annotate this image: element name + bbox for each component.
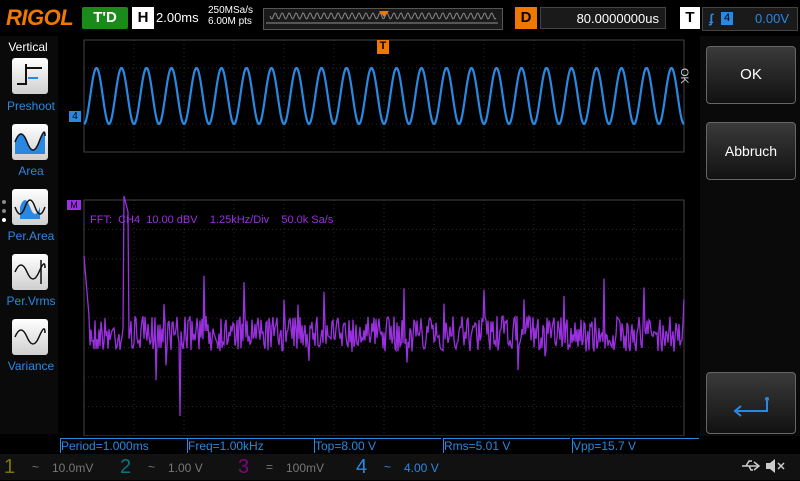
- measurement-rms[interactable]: Rms=5.01 V: [443, 438, 570, 453]
- menu-label-variance: Variance: [7, 359, 55, 373]
- channel-4-number: 4: [356, 456, 368, 478]
- channel-2-number: 2: [120, 456, 132, 478]
- measurement-top[interactable]: Top=8.00 V: [314, 438, 441, 453]
- channel-2-coupling: ~: [148, 460, 156, 474]
- trigger-info[interactable]: ʄ 4 0.00V: [702, 7, 798, 31]
- channel-3-number: 3: [238, 456, 250, 478]
- memory-depth: 6.00M pts: [208, 16, 252, 27]
- variance-icon: [14, 328, 46, 345]
- run-status-badge[interactable]: T'D: [82, 7, 128, 29]
- ch4-ground-marker[interactable]: 4: [69, 111, 81, 122]
- math-marker[interactable]: M: [67, 200, 81, 210]
- channel-1-coupling: ~: [32, 460, 40, 474]
- sample-rate: 250MSa/s: [208, 5, 254, 16]
- menu-label-area: Area: [18, 164, 44, 178]
- per-area-button[interactable]: [12, 189, 48, 225]
- delay-label: D: [515, 7, 537, 29]
- fft-grid: [84, 200, 684, 436]
- measurement-vpp[interactable]: Vpp=15.7 V: [572, 438, 699, 453]
- channel-1-number: 1: [4, 456, 16, 478]
- brand-logo: RIGOL: [6, 5, 74, 30]
- area-icon: [14, 131, 46, 154]
- menu-title: Vertical: [8, 40, 48, 54]
- measurement-period[interactable]: Period=1.000ms: [60, 438, 187, 453]
- trigger-level: 0.00V: [755, 11, 789, 26]
- area-button[interactable]: [12, 124, 48, 160]
- per-vrms-button[interactable]: [12, 254, 48, 290]
- variance-button[interactable]: [12, 319, 48, 355]
- channel-1-scale: 10.0mV: [52, 461, 94, 475]
- per-vrms-icon: [14, 260, 46, 284]
- cancel-button[interactable]: Abbruch: [706, 122, 796, 180]
- channel-3-coupling: =: [266, 460, 274, 474]
- menu-label-per-area: Per.Area: [7, 229, 55, 243]
- channel-1-status[interactable]: 1 ~ 10.0mV: [0, 454, 118, 480]
- time-grid: [84, 40, 684, 152]
- channel-4-status[interactable]: 4 ~ 4.00 V: [354, 454, 472, 480]
- ok-button[interactable]: OK: [706, 46, 796, 104]
- horizontal-label: H: [132, 7, 154, 29]
- trigger-label: T: [680, 7, 700, 29]
- channel-4-coupling: ~: [384, 460, 392, 474]
- ok-side-label: OK: [678, 68, 690, 84]
- back-button[interactable]: [706, 372, 796, 434]
- channel-3-scale: 100mV: [286, 461, 325, 475]
- trigger-edge-icon: ʄ: [709, 11, 714, 26]
- return-icon: [733, 397, 769, 417]
- delay-value[interactable]: 80.0000000us: [540, 7, 666, 29]
- channel-4-scale: 4.00 V: [404, 461, 439, 475]
- timebase-value[interactable]: 2.00ms: [156, 10, 199, 25]
- trigger-position-marker[interactable]: T: [377, 40, 389, 54]
- channel-3-status[interactable]: 3 = 100mV: [236, 454, 354, 480]
- acquisition-info: 250MSa/s 6.00M pts: [208, 5, 253, 27]
- waveform-position-track[interactable]: [263, 8, 503, 30]
- preshoot-icon: [17, 64, 42, 85]
- menu-page-indicator[interactable]: [2, 200, 8, 230]
- channel-2-scale: 1.00 V: [168, 461, 203, 475]
- channel-2-status[interactable]: 2 ~ 1.00 V: [118, 454, 236, 480]
- preshoot-button[interactable]: [12, 58, 48, 94]
- fft-info-label: FFT: CH4 10.00 dBV 1.25kHz/Div 50.0k Sa/…: [90, 214, 334, 226]
- usb-icon: [740, 458, 762, 479]
- memory-overview-icon: [266, 11, 498, 24]
- waveform-display[interactable]: [62, 36, 700, 436]
- sound-muted-icon[interactable]: [764, 456, 786, 481]
- trigger-source-badge: 4: [721, 12, 733, 25]
- menu-label-per-vrms: Per.Vrms: [6, 294, 56, 308]
- menu-label-preshoot: Preshoot: [6, 99, 56, 113]
- measurement-frequency[interactable]: Freq=1.00kHz: [187, 438, 314, 453]
- per-area-icon: [14, 199, 46, 219]
